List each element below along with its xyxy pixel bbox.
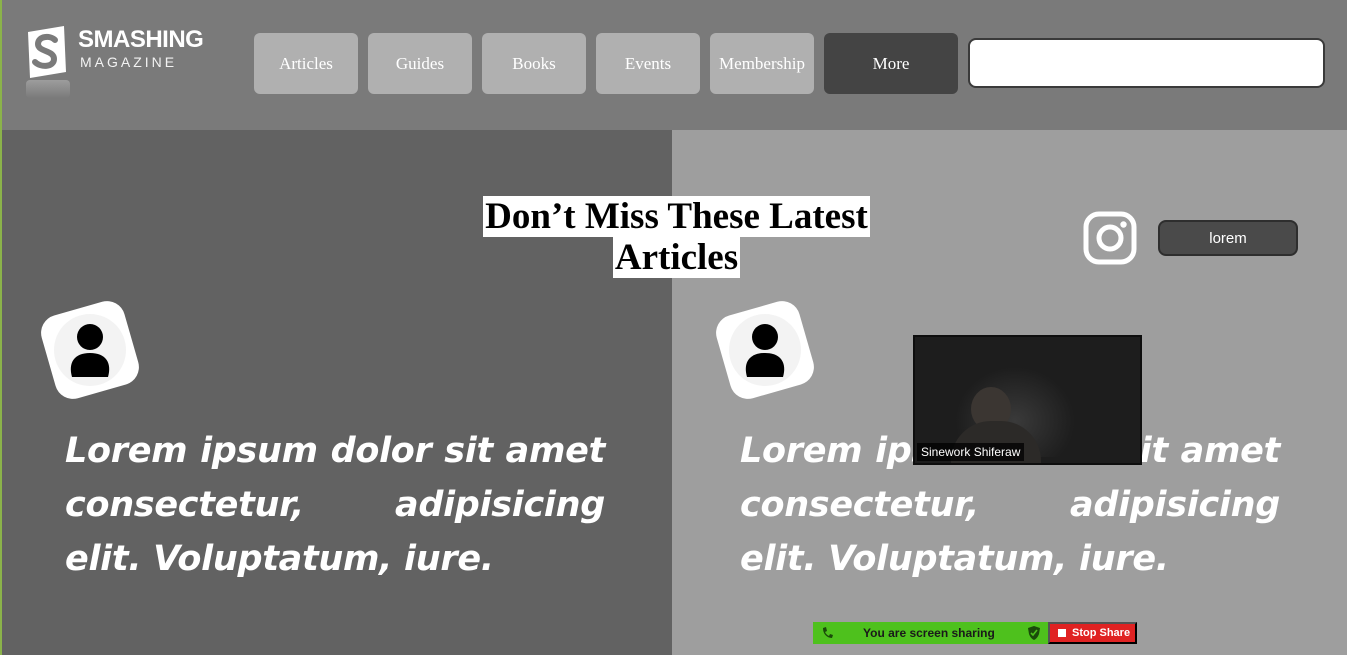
smashing-logo-icon (28, 26, 66, 78)
nav-articles[interactable]: Articles (254, 33, 358, 94)
phone-icon (823, 627, 833, 638)
video-preview-window[interactable]: Sinework Shiferaw (913, 335, 1142, 465)
participant-name: Sinework Shiferaw (917, 443, 1025, 461)
nav-events[interactable]: Events (596, 33, 700, 94)
section-title: Don’t Miss These Latest Articles (470, 196, 883, 278)
stop-share-label: Stop Share (1072, 627, 1131, 639)
nav-books[interactable]: Books (482, 33, 586, 94)
stop-icon (1058, 629, 1066, 637)
article-excerpt[interactable]: Lorem ipsum dolor sit amet consectetur, … (65, 424, 605, 586)
nav-membership[interactable]: Membership (710, 33, 814, 94)
search-input[interactable] (968, 38, 1325, 88)
brand-title: SMASHING (78, 26, 204, 53)
shield-icon (1028, 626, 1040, 640)
share-status-text: You are screen sharing (863, 626, 995, 640)
section-title-text: Don’t Miss These Latest Articles (483, 196, 870, 278)
user-icon (745, 324, 785, 377)
instagram-icon[interactable] (1082, 210, 1138, 266)
left-accent-border (0, 0, 2, 655)
screen-share-status-bar: You are screen sharing (813, 622, 1048, 644)
logo-reflection (26, 80, 70, 98)
stop-share-button[interactable]: Stop Share (1048, 622, 1137, 644)
site-header: SMASHING MAGAZINE Articles Guides Books … (0, 0, 1347, 130)
nav-more[interactable]: More (824, 33, 958, 94)
nav-guides[interactable]: Guides (368, 33, 472, 94)
brand-subtitle: MAGAZINE (80, 54, 178, 70)
user-icon (70, 324, 110, 377)
site-logo[interactable]: SMASHING MAGAZINE (22, 22, 222, 102)
lorem-button[interactable]: lorem (1158, 220, 1298, 256)
